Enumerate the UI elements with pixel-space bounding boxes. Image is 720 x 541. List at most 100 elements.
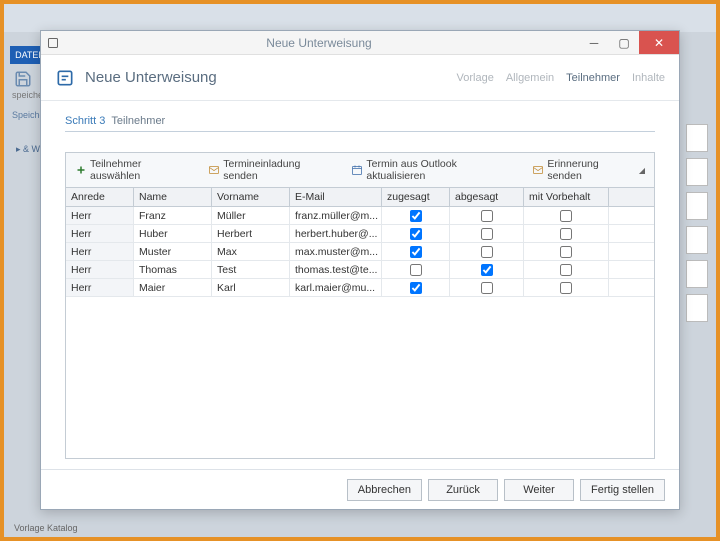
step-vorlage[interactable]: Vorlage — [457, 72, 494, 84]
cell-vorbehalt[interactable] — [524, 261, 609, 278]
cell-spacer — [609, 243, 654, 260]
window-title: Neue Unterweisung — [59, 36, 579, 50]
cell-name: Thomas — [134, 261, 212, 278]
cell-anrede: Herr — [66, 243, 134, 260]
col-header-email[interactable]: E-Mail — [290, 188, 382, 206]
table-row[interactable]: HerrMaierKarlkarl.maier@mu... — [66, 279, 654, 297]
cell-vorbehalt-checkbox[interactable] — [560, 264, 572, 276]
back-button[interactable]: Zurück — [428, 479, 498, 501]
cell-vorname: Müller — [212, 207, 290, 224]
maximize-button[interactable]: ▢ — [609, 31, 639, 54]
step-name: Teilnehmer — [111, 115, 165, 127]
toolbar-teilnehmer-auswählen[interactable]: Teilnehmer auswählen — [72, 157, 197, 183]
cell-vorbehalt-checkbox[interactable] — [560, 282, 572, 294]
dialog-content: Schritt 3 Teilnehmer Teilnehmer auswähle… — [41, 101, 679, 469]
cell-zugesagt[interactable] — [382, 207, 450, 224]
step-inhalte[interactable]: Inhalte — [632, 72, 665, 84]
close-button[interactable]: ✕ — [639, 31, 679, 54]
toolbar-termin-aus-outlook-aktualisieren[interactable]: Termin aus Outlook aktualisieren — [348, 157, 521, 183]
cell-abgesagt-checkbox[interactable] — [481, 282, 493, 294]
participant-grid: Anrede Name Vorname E-Mail zugesagt abge… — [65, 188, 655, 459]
step-prefix: Schritt 3 — [65, 115, 105, 127]
cancel-button[interactable]: Abbrechen — [347, 479, 422, 501]
cell-anrede: Herr — [66, 261, 134, 278]
table-row[interactable]: HerrMusterMaxmax.muster@m... — [66, 243, 654, 261]
cell-zugesagt[interactable] — [382, 261, 450, 278]
table-row[interactable]: HerrThomasTestthomas.test@te... — [66, 261, 654, 279]
cell-vorbehalt-checkbox[interactable] — [560, 246, 572, 258]
toolbar-termineinladung-senden[interactable]: Termineinladung senden — [205, 157, 340, 183]
col-header-anrede[interactable]: Anrede — [66, 188, 134, 206]
wizard-steps: Vorlage Allgemein Teilnehmer Inhalte — [457, 72, 665, 84]
save-icon — [14, 70, 32, 88]
cell-name: Franz — [134, 207, 212, 224]
col-header-name[interactable]: Name — [134, 188, 212, 206]
cell-email: thomas.test@te... — [290, 261, 382, 278]
cell-abgesagt[interactable] — [450, 261, 524, 278]
cell-spacer — [609, 225, 654, 242]
bg-thumbnails — [686, 124, 710, 484]
minimize-button[interactable]: ─ — [579, 31, 609, 54]
bg-ribbon — [4, 4, 716, 32]
cell-vorbehalt-checkbox[interactable] — [560, 228, 572, 240]
cell-abgesagt[interactable] — [450, 279, 524, 296]
finish-button[interactable]: Fertig stellen — [580, 479, 665, 501]
dialog-title: Neue Unterweisung — [85, 69, 457, 86]
cell-vorbehalt-checkbox[interactable] — [560, 210, 572, 222]
cell-vorbehalt[interactable] — [524, 243, 609, 260]
table-row[interactable]: HerrHuberHerbertherbert.huber@... — [66, 225, 654, 243]
cell-spacer — [609, 279, 654, 296]
cell-zugesagt-checkbox[interactable] — [410, 264, 422, 276]
cell-vorbehalt[interactable] — [524, 225, 609, 242]
cell-zugesagt-checkbox[interactable] — [410, 282, 422, 294]
step-teilnehmer[interactable]: Teilnehmer — [566, 72, 620, 84]
step-label: Schritt 3 Teilnehmer — [65, 115, 655, 132]
bg-footer: Vorlage Katalog — [14, 523, 78, 533]
cell-anrede: Herr — [66, 279, 134, 296]
step-allgemein[interactable]: Allgemein — [506, 72, 554, 84]
grid-body: HerrFranzMüllerfranz.müller@m...HerrHube… — [66, 207, 654, 458]
cell-zugesagt[interactable] — [382, 225, 450, 242]
col-header-vorbehalt[interactable]: mit Vorbehalt — [524, 188, 609, 206]
col-header-zugesagt[interactable]: zugesagt — [382, 188, 450, 206]
col-header-scroll — [609, 188, 654, 206]
dialog-header: Neue Unterweisung Vorlage Allgemein Teilne… — [41, 55, 679, 101]
cell-spacer — [609, 207, 654, 224]
toolbar: Teilnehmer auswählen Termineinladung send… — [65, 152, 655, 188]
cell-email: karl.maier@mu... — [290, 279, 382, 296]
cell-name: Muster — [134, 243, 212, 260]
next-button[interactable]: Weiter — [504, 479, 574, 501]
cell-zugesagt[interactable] — [382, 279, 450, 296]
cell-abgesagt[interactable] — [450, 225, 524, 242]
cell-zugesagt-checkbox[interactable] — [410, 210, 422, 222]
col-header-abgesagt[interactable]: abgesagt — [450, 188, 524, 206]
cell-vorname: Max — [212, 243, 290, 260]
window-icon — [47, 37, 59, 49]
briefing-icon — [55, 68, 75, 88]
cell-abgesagt-checkbox[interactable] — [481, 228, 493, 240]
cell-zugesagt[interactable] — [382, 243, 450, 260]
toolbar-erinnerung-senden[interactable]: Erinnerung senden◢ — [529, 157, 648, 183]
cell-zugesagt-checkbox[interactable] — [410, 228, 422, 240]
cell-abgesagt[interactable] — [450, 207, 524, 224]
cell-vorbehalt[interactable] — [524, 207, 609, 224]
dialog-footer: Abbrechen Zurück Weiter Fertig stellen — [41, 469, 679, 509]
table-row[interactable]: HerrFranzMüllerfranz.müller@m... — [66, 207, 654, 225]
window-controls: ─ ▢ ✕ — [579, 31, 679, 54]
cell-anrede: Herr — [66, 225, 134, 242]
cell-email: herbert.huber@... — [290, 225, 382, 242]
cell-abgesagt-checkbox[interactable] — [481, 246, 493, 258]
grid-header: Anrede Name Vorname E-Mail zugesagt abge… — [66, 188, 654, 207]
dialog-neue-unterweisung: Neue Unterweisung ─ ▢ ✕ Neue Unterweisun… — [40, 30, 680, 510]
bg-tree: ▸ & W — [16, 144, 40, 155]
cell-abgesagt-checkbox[interactable] — [481, 264, 493, 276]
col-header-vorname[interactable]: Vorname — [212, 188, 290, 206]
cell-name: Maier — [134, 279, 212, 296]
titlebar: Neue Unterweisung ─ ▢ ✕ — [41, 31, 679, 55]
cell-abgesagt-checkbox[interactable] — [481, 210, 493, 222]
cell-abgesagt[interactable] — [450, 243, 524, 260]
cell-vorbehalt[interactable] — [524, 279, 609, 296]
cell-anrede: Herr — [66, 207, 134, 224]
cell-spacer — [609, 261, 654, 278]
cell-zugesagt-checkbox[interactable] — [410, 246, 422, 258]
